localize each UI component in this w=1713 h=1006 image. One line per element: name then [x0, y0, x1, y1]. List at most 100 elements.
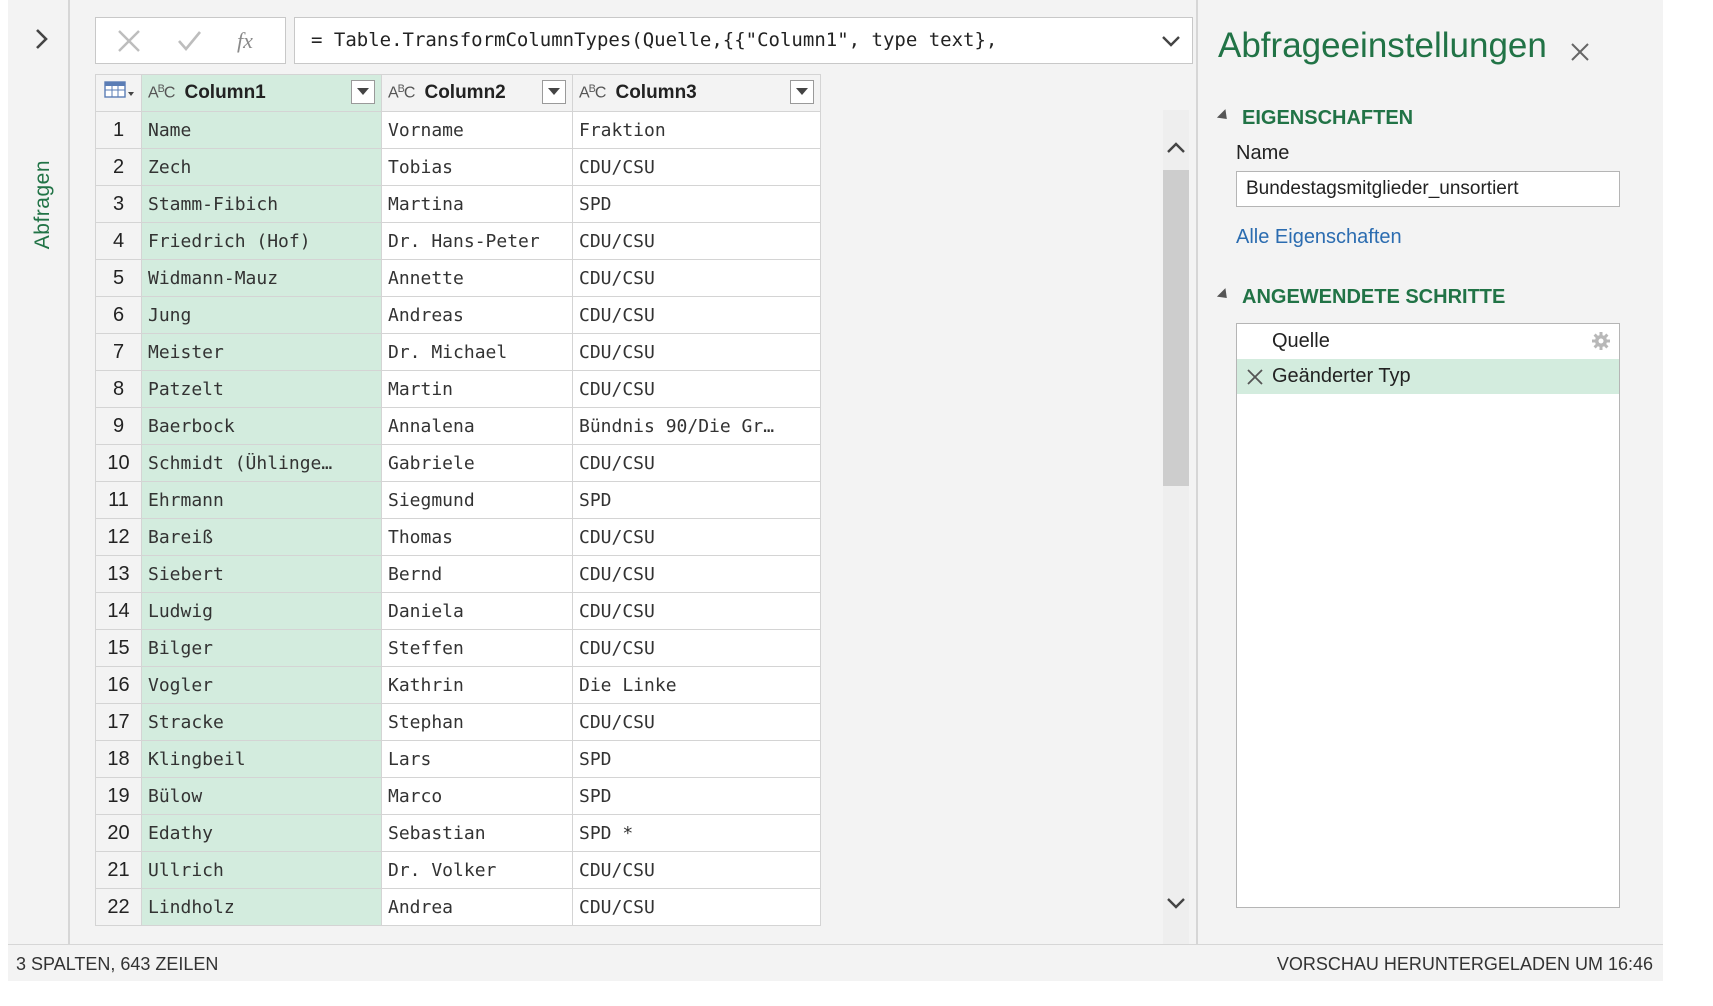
- formula-bar[interactable]: = Table.TransformColumnTypes(Quelle,{{"C…: [294, 17, 1193, 64]
- table-cell[interactable]: Dr. Volker: [381, 851, 573, 889]
- table-cell[interactable]: CDU/CSU: [572, 333, 821, 371]
- table-cell[interactable]: CDU/CSU: [572, 518, 821, 556]
- table-cell[interactable]: Andrea: [381, 888, 573, 926]
- column-filter-button[interactable]: [790, 80, 814, 104]
- table-cell[interactable]: Martina: [381, 185, 573, 223]
- table-cell[interactable]: Ullrich: [141, 851, 382, 889]
- table-cell[interactable]: Patzelt: [141, 370, 382, 408]
- table-cell[interactable]: Name: [141, 111, 382, 149]
- vertical-scrollbar[interactable]: [1163, 110, 1189, 944]
- table-cell[interactable]: Meister: [141, 333, 382, 371]
- table-cell[interactable]: Siebert: [141, 555, 382, 593]
- query-name-input[interactable]: Bundestagsmitglieder_unsortiert: [1236, 171, 1620, 207]
- table-cell[interactable]: Bülow: [141, 777, 382, 815]
- table-cell[interactable]: Bilger: [141, 629, 382, 667]
- table-cell[interactable]: CDU/CSU: [572, 296, 821, 334]
- formula-text[interactable]: = Table.TransformColumnTypes(Quelle,{{"C…: [311, 29, 997, 51]
- all-properties-link[interactable]: Alle Eigenschaften: [1236, 226, 1402, 249]
- properties-section-header[interactable]: EIGENSCHAFTEN: [1216, 107, 1413, 130]
- gear-icon[interactable]: [1591, 331, 1611, 351]
- table-cell[interactable]: Lars: [381, 740, 573, 778]
- table-cell[interactable]: Schmidt (Ühlinge…: [141, 444, 382, 482]
- chevron-down-icon[interactable]: [1158, 28, 1184, 54]
- table-cell[interactable]: Steffen: [381, 629, 573, 667]
- table-cell[interactable]: CDU/CSU: [572, 259, 821, 297]
- table-cell[interactable]: Edathy: [141, 814, 382, 852]
- table-cell[interactable]: Kathrin: [381, 666, 573, 704]
- queries-pane-label[interactable]: Abfragen: [31, 160, 55, 249]
- table-cell[interactable]: Andreas: [381, 296, 573, 334]
- table-cell[interactable]: CDU/CSU: [572, 148, 821, 186]
- table-cell[interactable]: Dr. Michael: [381, 333, 573, 371]
- table-cell[interactable]: Lindholz: [141, 888, 382, 926]
- cancel-formula-button[interactable]: [104, 18, 154, 63]
- chevron-right-icon[interactable]: [27, 24, 57, 54]
- table-cell[interactable]: Bernd: [381, 555, 573, 593]
- table-cell[interactable]: Die Linke: [572, 666, 821, 704]
- row-number: 9: [95, 407, 142, 445]
- table-cell[interactable]: Baerbock: [141, 407, 382, 445]
- chevron-down-icon[interactable]: [1163, 890, 1189, 916]
- text-type-icon[interactable]: ABC: [579, 83, 606, 102]
- column-header-2[interactable]: ABC Column2: [381, 74, 573, 112]
- table-cell[interactable]: Vogler: [141, 666, 382, 704]
- table-cell[interactable]: Daniela: [381, 592, 573, 630]
- step-item-quelle[interactable]: Quelle: [1237, 324, 1619, 359]
- table-cell[interactable]: CDU/CSU: [572, 444, 821, 482]
- table-cell[interactable]: Friedrich (Hof): [141, 222, 382, 260]
- scrollbar-thumb[interactable]: [1163, 170, 1189, 486]
- table-cell[interactable]: Jung: [141, 296, 382, 334]
- table-cell[interactable]: Fraktion: [572, 111, 821, 149]
- row-number: 21: [95, 851, 142, 889]
- text-type-icon[interactable]: ABC: [148, 83, 175, 102]
- table-cell[interactable]: Tobias: [381, 148, 573, 186]
- table-cell[interactable]: Thomas: [381, 518, 573, 556]
- column-header-1[interactable]: ABC Column1: [141, 74, 382, 112]
- close-icon[interactable]: [1566, 38, 1594, 66]
- insert-function-button[interactable]: fx: [224, 18, 274, 63]
- chevron-up-icon[interactable]: [1163, 135, 1189, 161]
- table-cell[interactable]: SPD: [572, 185, 821, 223]
- table-cell[interactable]: Sebastian: [381, 814, 573, 852]
- close-icon: [118, 29, 140, 52]
- table-cell[interactable]: Stephan: [381, 703, 573, 741]
- column-header-3[interactable]: ABC Column3: [572, 74, 821, 112]
- table-cell[interactable]: Annette: [381, 259, 573, 297]
- table-cell[interactable]: Dr. Hans-Peter: [381, 222, 573, 260]
- table-cell[interactable]: Klingbeil: [141, 740, 382, 778]
- table-cell[interactable]: SPD: [572, 481, 821, 519]
- table-cell[interactable]: Zech: [141, 148, 382, 186]
- table-cell[interactable]: Gabriele: [381, 444, 573, 482]
- table-cell[interactable]: CDU/CSU: [572, 629, 821, 667]
- table-cell[interactable]: Stamm-Fibich: [141, 185, 382, 223]
- text-type-icon[interactable]: ABC: [388, 83, 415, 102]
- table-cell[interactable]: CDU/CSU: [572, 222, 821, 260]
- table-cell[interactable]: SPD: [572, 740, 821, 778]
- table-cell[interactable]: Ludwig: [141, 592, 382, 630]
- delete-step-icon[interactable]: [1245, 367, 1265, 387]
- table-cell[interactable]: Annalena: [381, 407, 573, 445]
- applied-steps-section-header[interactable]: ANGEWENDETE SCHRITTE: [1216, 286, 1505, 309]
- table-cell[interactable]: SPD *: [572, 814, 821, 852]
- table-cell[interactable]: Stracke: [141, 703, 382, 741]
- table-cell[interactable]: Widmann-Mauz: [141, 259, 382, 297]
- table-cell[interactable]: Bareiß: [141, 518, 382, 556]
- table-cell[interactable]: CDU/CSU: [572, 592, 821, 630]
- table-cell[interactable]: Martin: [381, 370, 573, 408]
- table-cell[interactable]: Ehrmann: [141, 481, 382, 519]
- table-cell[interactable]: CDU/CSU: [572, 851, 821, 889]
- table-cell[interactable]: CDU/CSU: [572, 555, 821, 593]
- table-menu-button[interactable]: [95, 74, 142, 112]
- table-cell[interactable]: Siegmund: [381, 481, 573, 519]
- table-cell[interactable]: Marco: [381, 777, 573, 815]
- step-item-geaenderter-typ[interactable]: Geänderter Typ: [1237, 359, 1619, 394]
- table-cell[interactable]: SPD: [572, 777, 821, 815]
- table-cell[interactable]: CDU/CSU: [572, 370, 821, 408]
- table-cell[interactable]: Bündnis 90/Die Gr…: [572, 407, 821, 445]
- table-cell[interactable]: CDU/CSU: [572, 703, 821, 741]
- table-cell[interactable]: Vorname: [381, 111, 573, 149]
- table-cell[interactable]: CDU/CSU: [572, 888, 821, 926]
- confirm-formula-button[interactable]: [164, 18, 214, 63]
- column-filter-button[interactable]: [542, 80, 566, 104]
- column-filter-button[interactable]: [351, 80, 375, 104]
